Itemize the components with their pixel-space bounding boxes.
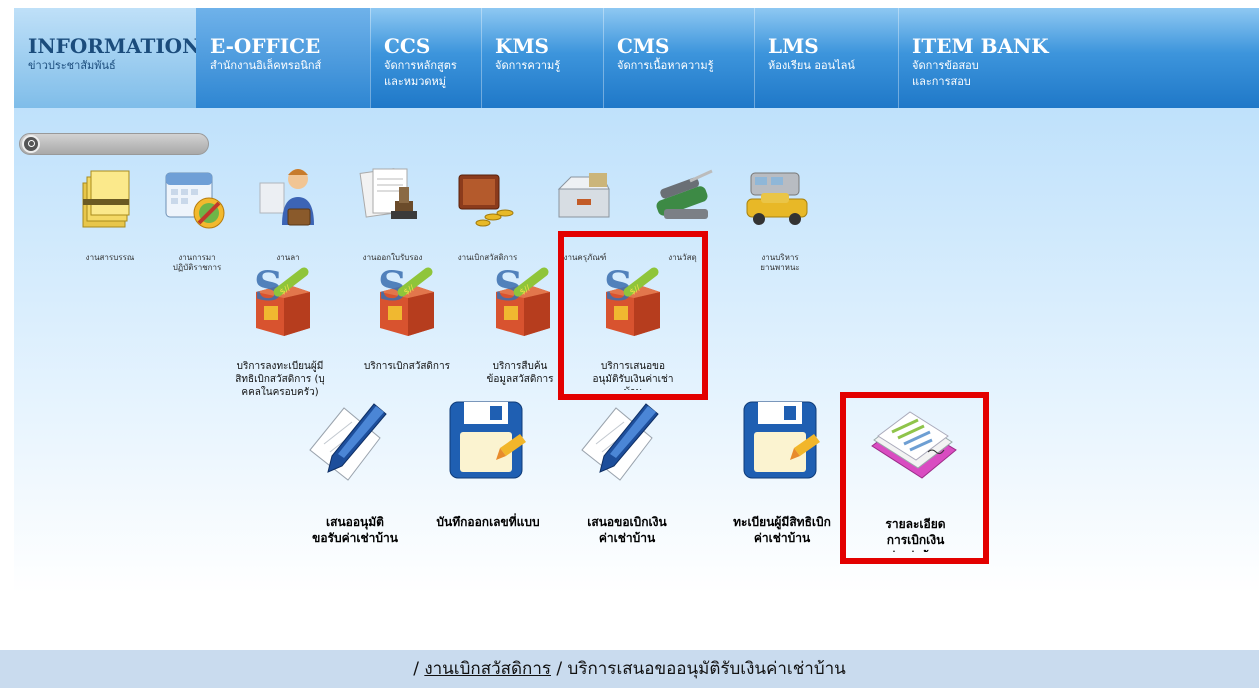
- welfare-box-icon: [372, 262, 442, 342]
- service-register-family[interactable]: บริการลงทะเบียนผู้มี สิทธิเบิกสวัสดิการ …: [230, 262, 330, 402]
- module-label: งานสารบรรณ: [85, 253, 135, 262]
- nav-tab-title: E-OFFICE: [210, 34, 321, 58]
- nav-tab-title: INFORMATION: [28, 34, 201, 58]
- nav-tab-lms[interactable]: LMS ห้องเรียน ออนไลน์: [754, 8, 898, 108]
- menu-disbursement-details[interactable]: รายละเอียด การเบิกเงิน ค่าเช่าบ้าน: [848, 400, 983, 552]
- wallet-icon: [458, 174, 514, 227]
- menu-label: บันทึกออกเลขที่แบบ: [436, 515, 540, 529]
- nav-tab-ccs[interactable]: CCS จัดการหลักสูตร และหมวดหมู่: [370, 8, 481, 108]
- menu-record-form-number[interactable]: บันทึกออกเลขที่แบบ: [428, 398, 548, 558]
- nav-tab-subtitle: ห้องเรียน ออนไลน์: [768, 59, 855, 72]
- breadcrumb-link-welfare[interactable]: งานเบิกสวัสดิการ: [424, 659, 551, 679]
- nav-tab-e-office[interactable]: E-OFFICE สำนักงานอิเล็คทรอนิกส์: [196, 8, 370, 108]
- toolbox-icon: [557, 173, 610, 218]
- menu-label: เสนออนุมัติ ขอรับค่าเช่าบ้าน: [312, 515, 398, 545]
- breadcrumb-current: บริการเสนอขออนุมัติรับเงินค่าเช่าบ้าน: [567, 659, 846, 679]
- nav-tab-information[interactable]: INFORMATION ข่าวประชาสัมพันธ์: [14, 8, 201, 108]
- nav-tab-subtitle: จัดการข้อสอบ และการสอบ: [912, 59, 979, 88]
- menu-label: เสนอขอเบิกเงิน ค่าเช่าบ้าน: [587, 515, 667, 545]
- nav-tab-subtitle: สำนักงานอิเล็คทรอนิกส์: [210, 59, 322, 72]
- welfare-box-icon: [248, 262, 318, 342]
- vehicles-icon: [746, 172, 808, 225]
- service-label: บริการสืบค้น ข้อมูลสวัสดิการ: [486, 361, 554, 385]
- module-label: งานบริหาร ยานพาหนะ: [760, 253, 800, 272]
- nav-tab-title: LMS: [768, 34, 819, 58]
- nav-tab-item-bank[interactable]: ITEM BANK จัดการข้อสอบ และการสอบ: [898, 8, 1078, 108]
- search-input[interactable]: [19, 133, 209, 155]
- nav-tab-title: CMS: [617, 34, 670, 58]
- stapler-icon: [656, 169, 713, 219]
- nav-tab-title: ITEM BANK: [912, 34, 1049, 58]
- module-vehicles[interactable]: งานบริหาร ยานพาหนะ: [735, 165, 825, 275]
- welfare-box-icon: [598, 262, 668, 342]
- menu-request-rent-disbursement[interactable]: เสนอขอเบิกเงิน ค่าเช่าบ้าน: [572, 398, 682, 558]
- nav-tab-cms[interactable]: CMS จัดการเนื้อหาความรู้: [603, 8, 754, 108]
- save-disk-icon: [743, 401, 821, 479]
- module-welfare[interactable]: งานเบิกสวัสดิการ: [445, 165, 530, 275]
- module-supplies[interactable]: งานวัสดุ: [640, 165, 725, 275]
- module-certificate[interactable]: งานออกใบรับรอง: [345, 165, 440, 275]
- calendar-clock-icon: [165, 172, 225, 229]
- welfare-box-icon: [488, 262, 558, 342]
- service-request-rent-approval[interactable]: บริการเสนอขอ อนุมัติรับเงินค่าเช่า บ้าน: [578, 262, 688, 390]
- nav-tab-title: CCS: [384, 34, 431, 58]
- folder-stack-icon: [82, 170, 130, 228]
- module-label: งานการมา ปฏิบัติราชการ: [172, 253, 222, 272]
- pen-document-icon: [581, 403, 659, 481]
- module-attendance[interactable]: งานการมา ปฏิบัติราชการ: [152, 165, 242, 275]
- search-icon[interactable]: [22, 135, 40, 153]
- nav-tab-title: KMS: [495, 34, 549, 58]
- menu-label: ทะเบียนผู้มีสิทธิเบิก ค่าเช่าบ้าน: [733, 515, 831, 545]
- save-disk-icon: [449, 401, 527, 479]
- module-saraban[interactable]: งานสารบรรณ: [65, 165, 155, 275]
- service-label: บริการเบิกสวัสดิการ: [364, 361, 450, 372]
- nav-tab-subtitle: ข่าวประชาสัมพันธ์: [28, 59, 116, 72]
- menu-label: รายละเอียด การเบิกเงิน ค่าเช่าบ้าน: [885, 517, 946, 552]
- menu-eligible-registry[interactable]: ทะเบียนผู้มีสิทธิเบิก ค่าเช่าบ้าน: [712, 398, 852, 558]
- person-briefcase-icon: [259, 169, 314, 226]
- service-label: บริการเสนอขอ อนุมัติรับเงินค่าเช่า บ้าน: [592, 361, 674, 390]
- module-durable-goods[interactable]: งานครุภัณฑ์: [545, 165, 625, 275]
- nav-tab-subtitle: จัดการเนื้อหาความรู้: [617, 59, 714, 72]
- nav-tab-subtitle: จัดการหลักสูตร และหมวดหมู่: [384, 59, 457, 88]
- module-leave[interactable]: งานลา: [248, 165, 328, 275]
- stamp-document-icon: [359, 168, 417, 219]
- nav-tab-kms[interactable]: KMS จัดการความรู้: [481, 8, 603, 108]
- report-documents-icon: [871, 411, 957, 479]
- breadcrumb-separator: /: [413, 659, 419, 679]
- service-welfare-search[interactable]: บริการสืบค้น ข้อมูลสวัสดิการ: [470, 262, 570, 402]
- service-label: บริการลงทะเบียนผู้มี สิทธิเบิกสวัสดิการ …: [235, 361, 325, 398]
- top-navigation: INFORMATION ข่าวประชาสัมพันธ์ E-OFFICE ส…: [14, 8, 1259, 108]
- service-welfare-claim[interactable]: บริการเบิกสวัสดิการ: [352, 262, 462, 402]
- breadcrumb-separator: /: [556, 659, 563, 679]
- nav-tab-subtitle: จัดการความรู้: [495, 59, 561, 72]
- breadcrumb: / งานเบิกสวัสดิการ / บริการเสนอขออนุมัติ…: [0, 650, 1259, 688]
- menu-propose-rent-approval[interactable]: เสนออนุมัติ ขอรับค่าเช่าบ้าน: [300, 398, 410, 558]
- pen-document-icon: [309, 403, 387, 481]
